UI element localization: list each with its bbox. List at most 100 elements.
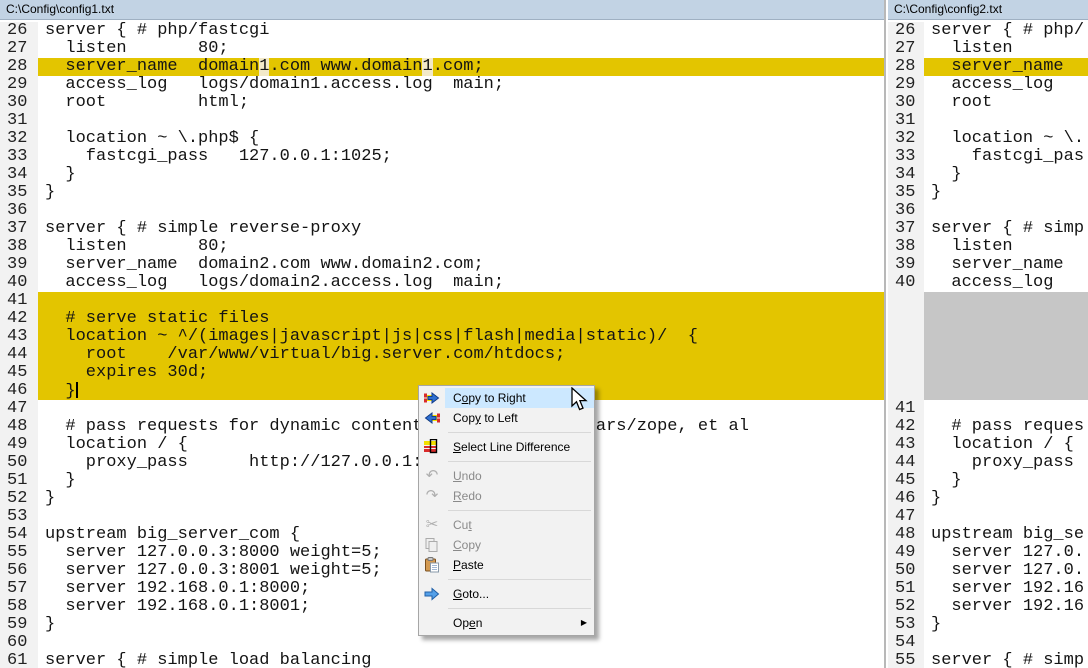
menu-separator	[448, 510, 591, 511]
code-line[interactable]: 40 access_log	[888, 274, 1088, 292]
code-line[interactable]: 34 }	[0, 166, 884, 184]
code-line[interactable]: 60	[0, 634, 884, 652]
code-text: location / {	[924, 436, 1088, 454]
line-number: 30	[888, 94, 924, 112]
menu-item-label: Copy	[445, 535, 594, 555]
code-text: }	[924, 490, 1088, 508]
menu-item-copy-to-left[interactable]: Copy to Left	[419, 408, 594, 428]
code-line[interactable]: 41	[0, 292, 884, 310]
code-text: fastcgi_pass 127.0.0.1:1025;	[38, 148, 884, 166]
code-line[interactable]: 46}	[888, 490, 1088, 508]
code-line[interactable]: 27 listen	[888, 40, 1088, 58]
inline-diff: 1	[422, 58, 432, 76]
code-line[interactable]: 28 server_name domain1.com www.domain1.c…	[0, 58, 884, 76]
code-line[interactable]: 29 access_log logs/domain1.access.log ma…	[0, 76, 884, 94]
menu-item-open[interactable]: Open▶	[419, 613, 594, 633]
menu-item-select-line-difference[interactable]: Select Line Difference	[419, 437, 594, 457]
code-line[interactable]: 32 location ~ \.	[888, 130, 1088, 148]
code-line[interactable]: 53}	[888, 616, 1088, 634]
code-line[interactable]: 37server { # simple reverse-proxy	[0, 220, 884, 238]
code-line[interactable]: 39 server_name domain2.com www.domain2.c…	[0, 256, 884, 274]
code-line[interactable]: 42 # pass reques	[888, 418, 1088, 436]
line-number: 59	[0, 616, 38, 634]
code-line[interactable]: 54	[888, 634, 1088, 652]
code-line[interactable]: 43 location ~ ^/(images|javascript|js|cs…	[0, 328, 884, 346]
line-number: 28	[0, 58, 38, 76]
undo-glyph: ↶	[426, 468, 439, 484]
code-line[interactable]: 51 server 192.16	[888, 580, 1088, 598]
missing-lines-fill	[924, 292, 1088, 400]
line-number: 33	[0, 148, 38, 166]
right-code-area[interactable]: 26server { # php/27 listen28 server_name…	[888, 20, 1088, 668]
code-line[interactable]: 35}	[0, 184, 884, 202]
right-file-pane: C:\Config\config2.txt 26server { # php/2…	[888, 0, 1088, 668]
code-text: location ~ \.php$ {	[38, 130, 884, 148]
code-line[interactable]: 40 access_log logs/domain2.access.log ma…	[0, 274, 884, 292]
line-number: 37	[0, 220, 38, 238]
code-line[interactable]: 47	[888, 508, 1088, 526]
code-line[interactable]: 33 fastcgi_pass 127.0.0.1:1025;	[0, 148, 884, 166]
menu-item-label: Undo	[445, 466, 594, 486]
code-line[interactable]: 38 listen	[888, 238, 1088, 256]
code-text: server_name domain1.com www.domain1.com;	[38, 58, 884, 76]
code-line[interactable]: 31	[0, 112, 884, 130]
code-line[interactable]: 36	[0, 202, 884, 220]
code-text: }	[924, 616, 1088, 634]
code-line[interactable]: 50 server 127.0.	[888, 562, 1088, 580]
code-text	[924, 202, 1088, 220]
line-number: 35	[0, 184, 38, 202]
line-number: 34	[0, 166, 38, 184]
code-line[interactable]: 39 server_name	[888, 256, 1088, 274]
code-line[interactable]: 31	[888, 112, 1088, 130]
line-number: 45	[0, 364, 38, 382]
line-number: 47	[888, 508, 924, 526]
line-number: 60	[0, 634, 38, 652]
line-number: 43	[0, 328, 38, 346]
menu-item-paste[interactable]: Paste	[419, 555, 594, 575]
code-line[interactable]: 41	[888, 400, 1088, 418]
code-line[interactable]: 36	[888, 202, 1088, 220]
code-line[interactable]: 44 root /var/www/virtual/big.server.com/…	[0, 346, 884, 364]
code-text: listen	[924, 238, 1088, 256]
line-number: 31	[888, 112, 924, 130]
right-file-path-header: C:\Config\config2.txt	[888, 0, 1088, 20]
code-line[interactable]: 29 access_log	[888, 76, 1088, 94]
copy-icon	[419, 535, 445, 555]
menu-item-copy-to-right[interactable]: Copy to Right	[419, 388, 594, 408]
code-line[interactable]: 43 location / {	[888, 436, 1088, 454]
code-line[interactable]: 45 expires 30d;	[0, 364, 884, 382]
code-line[interactable]: 26server { # php/fastcgi	[0, 22, 884, 40]
menu-separator	[448, 579, 591, 580]
line-number: 40	[0, 274, 38, 292]
line-number: 27	[888, 40, 924, 58]
code-line[interactable]: 30 root	[888, 94, 1088, 112]
code-line[interactable]: 28 server_name	[888, 58, 1088, 76]
code-line[interactable]: 45 }	[888, 472, 1088, 490]
code-text: root	[924, 94, 1088, 112]
code-text: # serve static files	[38, 310, 884, 328]
code-line[interactable]: 42 # serve static files	[0, 310, 884, 328]
code-line[interactable]: 26server { # php/	[888, 22, 1088, 40]
code-line[interactable]: 33 fastcgi_pas	[888, 148, 1088, 166]
code-text: }	[38, 166, 884, 184]
redo-glyph: ↷	[426, 488, 439, 504]
code-line[interactable]: 44 proxy_pass	[888, 454, 1088, 472]
code-line[interactable]: 55server { # simp	[888, 652, 1088, 668]
code-line[interactable]: 34 }	[888, 166, 1088, 184]
code-line[interactable]: 38 listen 80;	[0, 238, 884, 256]
code-line[interactable]: 61server { # simple load balancing	[0, 652, 884, 668]
menu-item-goto[interactable]: Goto...	[419, 584, 594, 604]
code-line[interactable]: 35}	[888, 184, 1088, 202]
code-line[interactable]: 52 server 192.16	[888, 598, 1088, 616]
code-line[interactable]: 30 root html;	[0, 94, 884, 112]
line-number: 58	[0, 598, 38, 616]
code-line[interactable]: 48upstream big_se	[888, 526, 1088, 544]
code-text	[38, 634, 884, 652]
code-line[interactable]: 49 server 127.0.	[888, 544, 1088, 562]
code-line[interactable]: 27 listen 80;	[0, 40, 884, 58]
code-line[interactable]: 32 location ~ \.php$ {	[0, 130, 884, 148]
line-number: 36	[888, 202, 924, 220]
code-text: server_name domain2.com www.domain2.com;	[38, 256, 884, 274]
code-text: upstream big_se	[924, 526, 1088, 544]
code-line[interactable]: 37server { # simp	[888, 220, 1088, 238]
